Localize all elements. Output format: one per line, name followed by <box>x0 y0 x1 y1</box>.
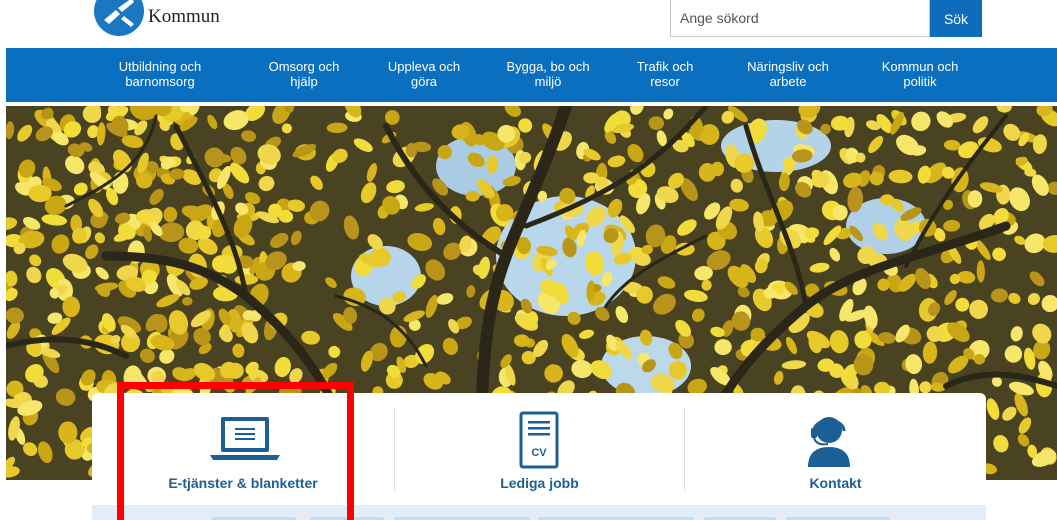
nav-item-line: politik <box>903 74 937 89</box>
nav-item-line: Näringsliv och <box>747 59 829 74</box>
nav-item-line: Bygga, bo och <box>506 59 590 74</box>
nav-item-kommun[interactable]: Kommun och politik <box>855 59 985 89</box>
site-header: Kommun Sök <box>0 0 1057 48</box>
nav-item-line: göra <box>410 74 438 89</box>
logo-text[interactable]: Kommun <box>148 6 220 28</box>
quick-link-lediga-jobb[interactable]: CV Lediga jobb <box>395 393 684 505</box>
quick-link-kontakt[interactable]: Kontakt <box>685 393 986 505</box>
nav-item-naringsliv[interactable]: Näringsliv och arbete <box>723 59 853 89</box>
quick-link-label: Lediga jobb <box>500 475 579 491</box>
nav-item-line: hjälp <box>290 74 318 89</box>
search-button[interactable]: Sök <box>930 0 982 37</box>
nav-item-line: barnomsorg <box>125 74 195 89</box>
nav-item-line: resor <box>650 74 680 89</box>
leaf <box>28 184 52 203</box>
highlight-box <box>117 382 354 520</box>
quick-link-label: Kontakt <box>809 475 862 491</box>
nav-item-trafik[interactable]: Trafik och resor <box>600 59 730 89</box>
cv-document-icon: CV <box>519 411 559 469</box>
nav-item-line: Utbildning och <box>118 59 202 74</box>
nav-item-line: miljö <box>534 74 562 89</box>
nav-item-uppleva[interactable]: Uppleva och göra <box>359 59 489 89</box>
nav-item-utbildning[interactable]: Utbildning och barnomsorg <box>95 59 225 89</box>
nav-item-line: arbete <box>769 74 807 89</box>
main-navigation: Utbildning och barnomsorg Omsorg och hjä… <box>6 48 1057 102</box>
headset-support-icon <box>808 417 850 467</box>
nav-item-line: Kommun och <box>881 59 959 74</box>
search-input[interactable] <box>670 0 930 37</box>
nav-item-line: Uppleva och <box>387 59 461 74</box>
logo-icon[interactable] <box>94 0 144 36</box>
cv-icon-text: CV <box>531 447 547 459</box>
nav-item-line: Omsorg och <box>268 59 340 74</box>
leaf <box>820 123 831 135</box>
nav-item-bygga[interactable]: Bygga, bo och miljö <box>483 59 613 89</box>
nav-item-line: Trafik och <box>636 59 694 74</box>
nav-item-omsorg[interactable]: Omsorg och hjälp <box>239 59 369 89</box>
